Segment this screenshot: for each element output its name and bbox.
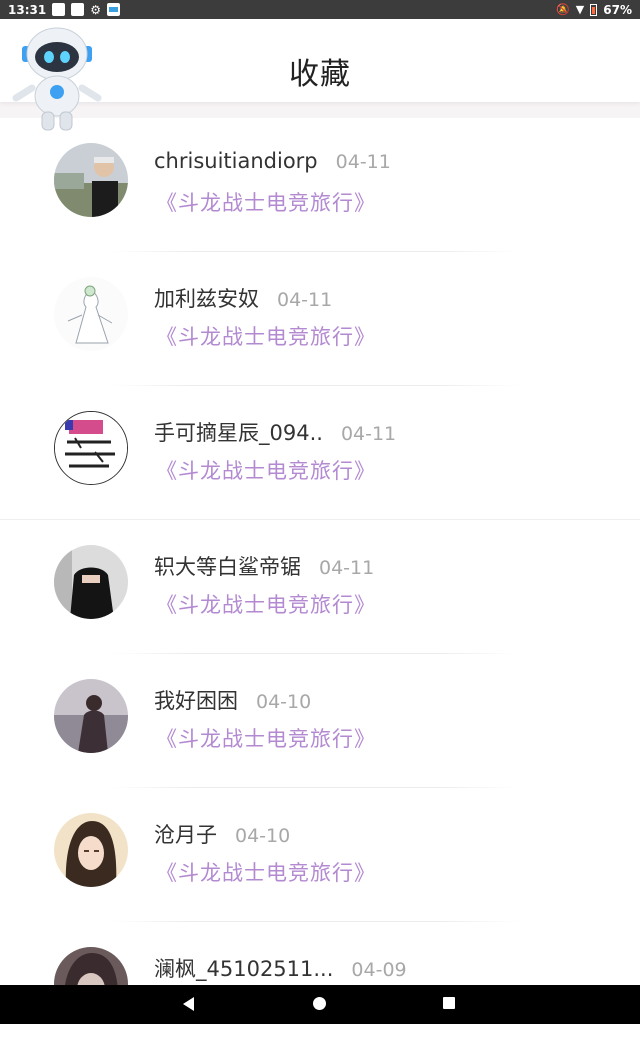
work-title-link[interactable]: 《斗龙战士电竞旅行》 (156, 589, 376, 619)
back-triangle-icon[interactable] (183, 997, 194, 1011)
list-item[interactable]: chrisuitiandiorp 04-11 《斗龙战士电竞旅行》 (0, 118, 640, 252)
work-title-link[interactable]: 《斗龙战士电竞旅行》 (156, 321, 376, 351)
robot-mascot-icon[interactable] (12, 26, 102, 134)
user-name[interactable]: 澜枫_45102511... (154, 953, 333, 983)
battery-icon (590, 3, 598, 16)
notification-icon (71, 3, 85, 16)
avatar[interactable] (54, 679, 128, 753)
user-name[interactable]: 我好困困 (154, 685, 238, 715)
work-title-link[interactable]: 《斗龙战士电竞旅行》 (156, 723, 376, 753)
favorites-list: chrisuitiandiorp 04-11 《斗龙战士电竞旅行》 加利兹安奴 … (0, 118, 640, 1056)
status-bar: 13:31 ⚙ 🔕 ▼ 67% (0, 0, 640, 19)
avatar[interactable] (54, 411, 128, 485)
work-title-link[interactable]: 《斗龙战士电竞旅行》 (156, 455, 376, 485)
user-name[interactable]: 加利兹安奴 (154, 283, 259, 313)
app-notification-icon (106, 3, 120, 16)
system-nav-bar (0, 985, 640, 1024)
work-title-link[interactable]: 《斗龙战士电竞旅行》 (156, 857, 376, 887)
list-item[interactable]: 加利兹安奴 04-11 《斗龙战士电竞旅行》 (0, 252, 640, 386)
user-name[interactable]: 沧月子 (154, 819, 217, 849)
android-icon: ⚙ (90, 2, 101, 17)
favorite-date: 04-11 (319, 557, 375, 579)
recent-apps-square-icon[interactable] (443, 997, 455, 1009)
user-name[interactable]: 手可摘星辰_094.. (154, 417, 323, 447)
favorite-date: 04-11 (335, 151, 391, 173)
avatar[interactable] (54, 813, 128, 887)
favorite-date: 04-11 (277, 289, 333, 311)
avatar[interactable] (54, 277, 128, 351)
mute-icon: 🔕 (556, 3, 570, 16)
list-item[interactable]: 轵大等白鲨帝锯 04-11 《斗龙战士电竞旅行》 (0, 520, 640, 654)
battery-level: 67% (603, 2, 632, 17)
favorite-date: 04-10 (235, 825, 291, 847)
work-title-link[interactable]: 《斗龙战士电竞旅行》 (156, 187, 376, 217)
status-time: 13:31 (8, 2, 47, 17)
home-circle-icon[interactable] (313, 997, 326, 1010)
list-item[interactable]: 我好困困 04-10 《斗龙战士电竞旅行》 (0, 654, 640, 788)
favorite-date: 04-11 (340, 423, 397, 445)
avatar[interactable] (54, 143, 128, 217)
notification-icon (52, 3, 66, 16)
avatar[interactable] (54, 545, 128, 619)
list-item[interactable]: 手可摘星辰_094.. 04-11 《斗龙战士电竞旅行》 (0, 386, 640, 520)
wifi-icon: ▼ (575, 3, 585, 16)
favorite-date: 04-09 (351, 959, 407, 981)
user-name[interactable]: 轵大等白鲨帝锯 (154, 551, 301, 581)
user-name[interactable]: chrisuitiandiorp (154, 149, 318, 173)
list-item[interactable]: 沧月子 04-10 《斗龙战士电竞旅行》 (0, 788, 640, 922)
favorite-date: 04-10 (256, 691, 312, 713)
